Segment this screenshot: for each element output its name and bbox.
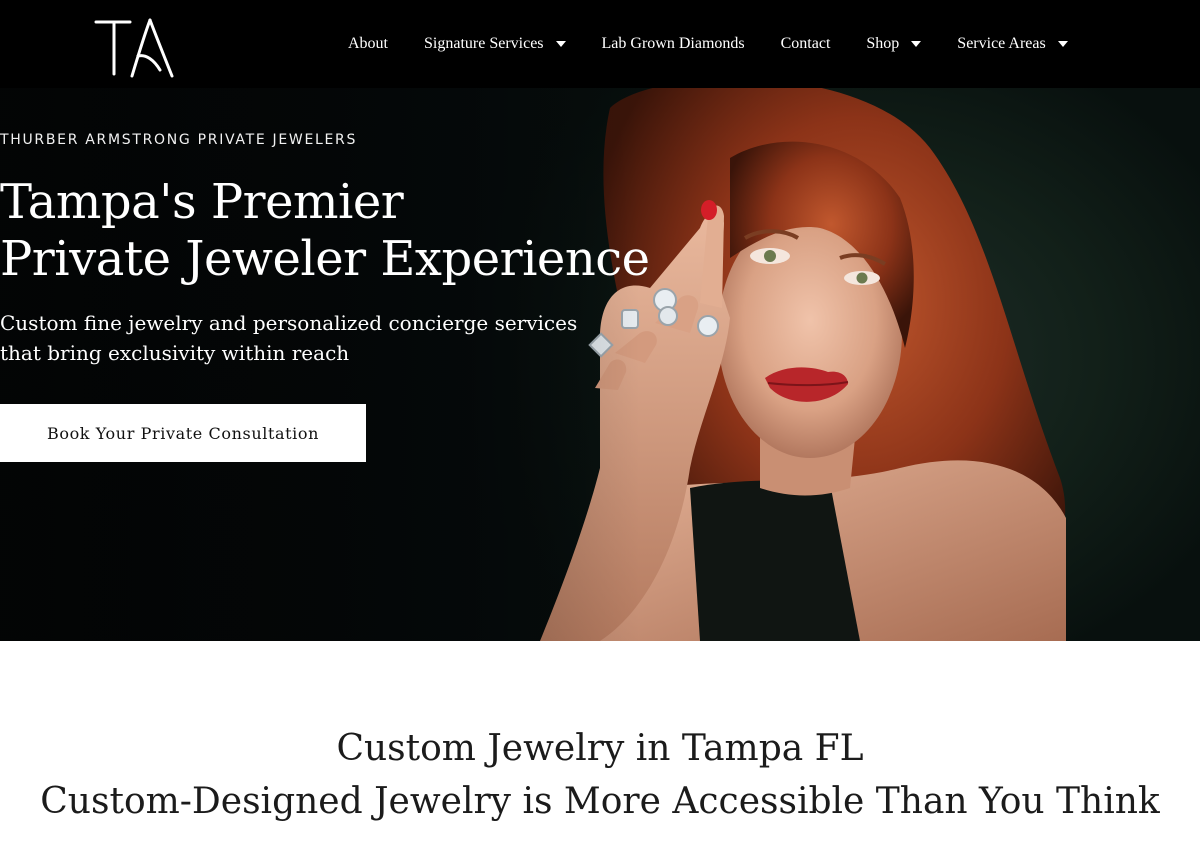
intro-section: Custom Jewelry in Tampa FL Custom-Design… [0, 641, 1200, 850]
hero-title-line: Private Jeweler Experience [0, 231, 650, 287]
nav-item-shop[interactable]: Shop [848, 35, 939, 53]
caret-down-icon [555, 41, 566, 47]
nav-item-about[interactable]: About [330, 35, 406, 53]
book-consultation-button[interactable]: Book Your Private Consultation [0, 404, 366, 462]
site-header: About Signature Services Lab Grown Diamo… [0, 0, 1200, 88]
nav-item-signature-services[interactable]: Signature Services [406, 35, 584, 53]
caret-down-icon [911, 41, 922, 47]
nav-label: Signature Services [424, 35, 544, 52]
hero-title-line: Tampa's Premier [0, 174, 404, 230]
nav-item-contact[interactable]: Contact [763, 35, 849, 53]
hero-eyebrow: THURBER ARMSTRONG PRIVATE JEWELERS [0, 132, 358, 148]
hero-banner: THURBER ARMSTRONG PRIVATE JEWELERS Tampa… [0, 88, 1200, 641]
section-heading: Custom Jewelry in Tampa FL [336, 728, 864, 769]
hero-title: Tampa's Premier Private Jeweler Experien… [0, 174, 650, 288]
hero-subtitle-line: Custom fine jewelry and personalized con… [0, 311, 578, 335]
nav-label: Shop [866, 35, 900, 52]
hero-subtitle-line: that bring exclusivity within reach [0, 341, 350, 365]
nav-label: Contact [780, 35, 831, 52]
main-nav: About Signature Services Lab Grown Diamo… [330, 0, 1190, 88]
section-subheading: Custom-Designed Jewelry is More Accessib… [40, 781, 1160, 822]
hero-subtitle: Custom fine jewelry and personalized con… [0, 308, 577, 368]
nav-label: About [348, 35, 388, 52]
nav-item-lab-grown-diamonds[interactable]: Lab Grown Diamonds [584, 35, 763, 53]
nav-label: Lab Grown Diamonds [601, 35, 745, 52]
brand-logo[interactable] [94, 14, 176, 80]
nav-label: Service Areas [957, 35, 1046, 52]
nav-item-service-areas[interactable]: Service Areas [939, 35, 1085, 53]
caret-down-icon [1057, 41, 1068, 47]
